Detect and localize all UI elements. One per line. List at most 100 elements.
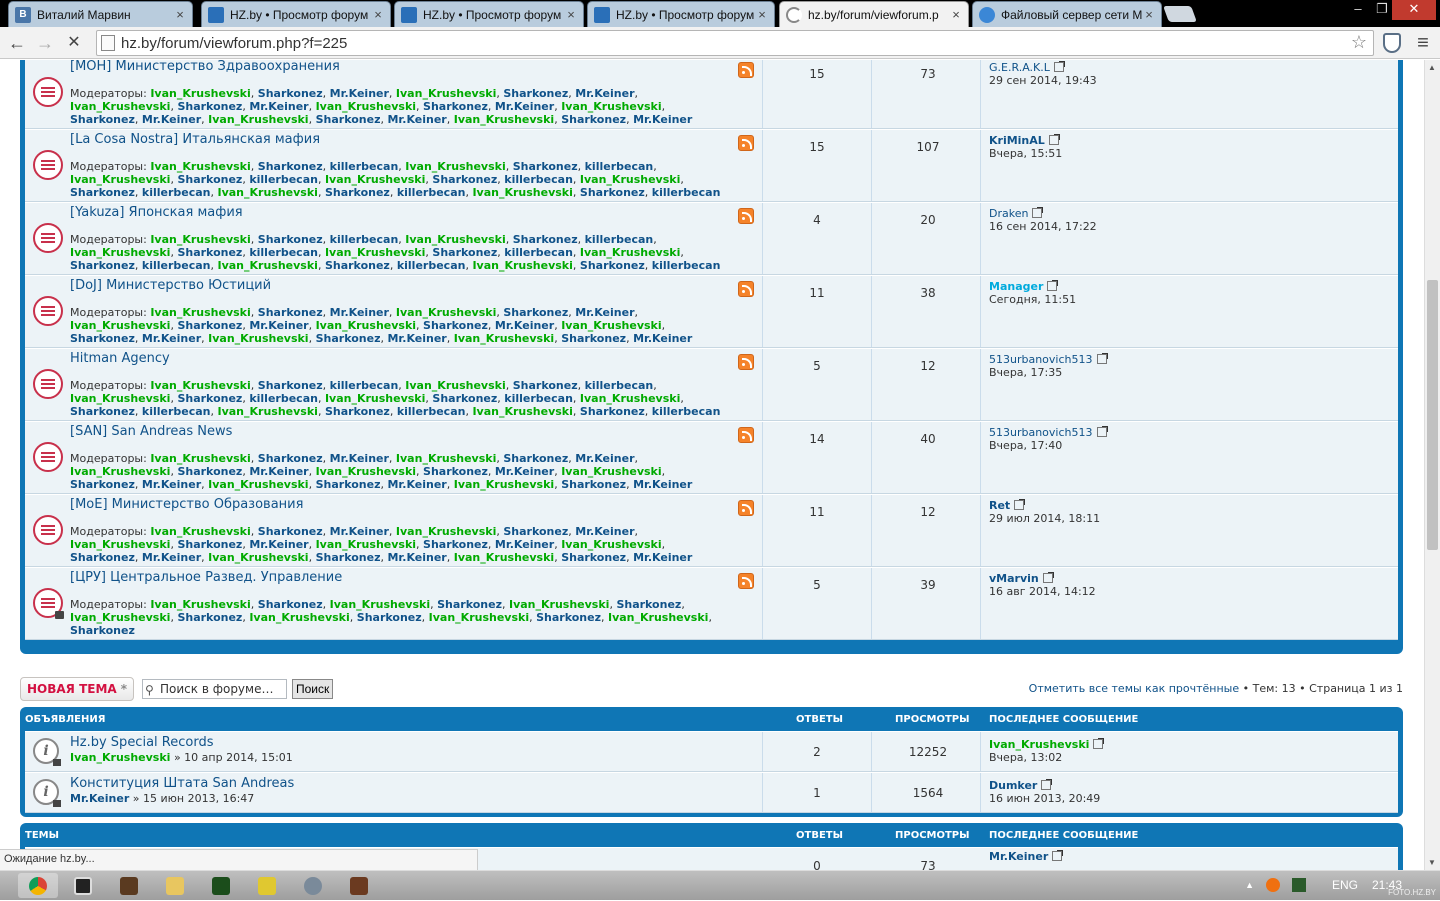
moderator-link[interactable]: Sharkonez: [258, 598, 323, 611]
moderator-link[interactable]: Ivan_Krushevski: [70, 611, 170, 624]
back-button[interactable]: ←: [5, 31, 29, 55]
moderator-link[interactable]: Sharkonez: [423, 465, 488, 478]
last-post-author[interactable]: Dumker: [989, 779, 1037, 792]
moderator-link[interactable]: Sharkonez: [177, 100, 242, 113]
moderator-link[interactable]: Sharkonez: [513, 233, 578, 246]
moderator-link[interactable]: Ivan_Krushevski: [150, 379, 250, 392]
moderator-link[interactable]: killerbecan: [652, 405, 721, 418]
moderator-link[interactable]: killerbecan: [249, 246, 318, 259]
announcement-title[interactable]: Hz.by Special Records: [70, 735, 213, 750]
moderator-link[interactable]: Sharkonez: [70, 624, 135, 637]
moderator-link[interactable]: Sharkonez: [258, 306, 323, 319]
tab-6[interactable]: Файловый сервер сети M ×: [972, 1, 1162, 27]
moderator-link[interactable]: killerbecan: [585, 379, 654, 392]
search-button[interactable]: Поиск: [292, 679, 334, 699]
moderator-link[interactable]: Sharkonez: [258, 452, 323, 465]
moderator-link[interactable]: killerbecan: [652, 186, 721, 199]
bookmark-star-icon[interactable]: ☆: [1351, 32, 1367, 53]
language-indicator[interactable]: ENG: [1332, 878, 1358, 892]
moderator-link[interactable]: killerbecan: [249, 173, 318, 186]
moderator-link[interactable]: killerbecan: [504, 392, 573, 405]
moderator-link[interactable]: Ivan_Krushevski: [561, 100, 661, 113]
moderator-link[interactable]: Sharkonez: [561, 551, 626, 564]
moderator-link[interactable]: Sharkonez: [258, 525, 323, 538]
announcement-author[interactable]: Ivan_Krushevski: [70, 751, 170, 764]
app-taskbar-button[interactable]: [339, 873, 379, 898]
stop-loading-button[interactable]: ✕: [62, 31, 86, 55]
tab-3[interactable]: HZ.by • Просмотр форум ×: [394, 1, 584, 27]
last-post-author[interactable]: 513urbanovich513: [989, 353, 1093, 366]
moderator-link[interactable]: Sharkonez: [325, 405, 390, 418]
moderator-link[interactable]: Mr.Keiner: [495, 319, 554, 332]
moderator-link[interactable]: killerbecan: [585, 233, 654, 246]
explorer-taskbar-button[interactable]: [155, 873, 195, 898]
moderator-link[interactable]: Sharkonez: [258, 379, 323, 392]
moderator-link[interactable]: Ivan_Krushevski: [580, 392, 680, 405]
moderator-link[interactable]: Ivan_Krushevski: [150, 87, 250, 100]
rss-feed-icon[interactable]: [738, 281, 754, 297]
scroll-down-icon[interactable]: ▼: [1428, 858, 1436, 867]
tab-1[interactable]: B Виталий Марвин ×: [8, 1, 193, 27]
last-post-author[interactable]: KriMinAL: [989, 134, 1045, 147]
tab-4[interactable]: HZ.by • Просмотр форум ×: [587, 1, 775, 27]
last-post-author[interactable]: G.E.R.A.K.L: [989, 61, 1050, 74]
moderator-link[interactable]: Ivan_Krushevski: [70, 392, 170, 405]
moderator-link[interactable]: Ivan_Krushevski: [70, 173, 170, 186]
forum-row[interactable]: [SAN] San Andreas News Модераторы: Ivan_K…: [25, 421, 1398, 494]
moderator-link[interactable]: Ivan_Krushevski: [150, 452, 250, 465]
moderator-link[interactable]: Mr.Keiner: [142, 478, 201, 491]
forum-title[interactable]: [DoJ] Министерство Юстиций: [70, 278, 271, 293]
tab-close-icon[interactable]: ×: [756, 7, 768, 22]
moderator-link[interactable]: Ivan_Krushevski: [70, 319, 170, 332]
moderator-link[interactable]: killerbecan: [397, 186, 466, 199]
forum-row[interactable]: [МоЕ] Министерство Образования Модераторы…: [25, 494, 1398, 567]
goto-last-post-icon[interactable]: [1041, 779, 1053, 790]
moderator-link[interactable]: Ivan_Krushevski: [208, 551, 308, 564]
moderator-link[interactable]: killerbecan: [585, 160, 654, 173]
tab-5[interactable]: hz.by/forum/viewforum.p ×: [779, 1, 969, 27]
moderator-link[interactable]: Mr.Keiner: [142, 551, 201, 564]
moderator-link[interactable]: Ivan_Krushevski: [325, 246, 425, 259]
moderator-link[interactable]: Ivan_Krushevski: [208, 113, 308, 126]
moderator-link[interactable]: killerbecan: [249, 392, 318, 405]
moderator-link[interactable]: Sharkonez: [325, 259, 390, 272]
moderator-link[interactable]: Sharkonez: [580, 186, 645, 199]
moderator-link[interactable]: Sharkonez: [70, 332, 135, 345]
goto-last-post-icon[interactable]: [1014, 499, 1026, 510]
moderator-link[interactable]: Ivan_Krushevski: [150, 160, 250, 173]
announcement-row[interactable]: i Конституция Штата San Andreas Mr.Keiner …: [25, 772, 1398, 813]
moderator-link[interactable]: Ivan_Krushevski: [316, 319, 416, 332]
moderator-link[interactable]: Ivan_Krushevski: [454, 332, 554, 345]
goto-last-post-icon[interactable]: [1052, 850, 1064, 861]
moderator-link[interactable]: Sharkonez: [580, 259, 645, 272]
moderator-link[interactable]: Mr.Keiner: [249, 465, 308, 478]
moderator-link[interactable]: Ivan_Krushevski: [472, 186, 572, 199]
moderator-link[interactable]: killerbecan: [330, 379, 399, 392]
forum-title[interactable]: [МОН] Министерство Здравоохранения: [70, 60, 340, 74]
announcement-title[interactable]: Конституция Штата San Andreas: [70, 776, 294, 791]
moderator-link[interactable]: Mr.Keiner: [495, 538, 554, 551]
moderator-link[interactable]: Ivan_Krushevski: [208, 478, 308, 491]
moderator-link[interactable]: Sharkonez: [432, 392, 497, 405]
tray-expand-icon[interactable]: ▲: [1245, 880, 1254, 890]
app-taskbar-button[interactable]: [109, 873, 149, 898]
moderator-link[interactable]: Mr.Keiner: [633, 551, 692, 564]
moderator-link[interactable]: Mr.Keiner: [330, 87, 389, 100]
app-taskbar-button[interactable]: [201, 873, 241, 898]
moderator-link[interactable]: Ivan_Krushevski: [316, 465, 416, 478]
rss-feed-icon[interactable]: [738, 427, 754, 443]
moderator-link[interactable]: Ivan_Krushevski: [405, 233, 505, 246]
moderator-link[interactable]: Sharkonez: [423, 100, 488, 113]
tab-close-icon[interactable]: ×: [174, 7, 186, 22]
moderator-link[interactable]: Mr.Keiner: [142, 113, 201, 126]
moderator-link[interactable]: Sharkonez: [316, 478, 381, 491]
moderator-link[interactable]: Sharkonez: [177, 611, 242, 624]
announcement-row[interactable]: i Hz.by Special Records Ivan_Krushevski » …: [25, 731, 1398, 772]
forum-title[interactable]: Hitman Agency: [70, 351, 170, 366]
moderator-link[interactable]: Sharkonez: [177, 319, 242, 332]
moderator-link[interactable]: Sharkonez: [536, 611, 601, 624]
rss-feed-icon[interactable]: [738, 500, 754, 516]
moderator-link[interactable]: Mr.Keiner: [330, 525, 389, 538]
app-taskbar-button[interactable]: [247, 873, 287, 898]
moderator-link[interactable]: Ivan_Krushevski: [249, 611, 349, 624]
